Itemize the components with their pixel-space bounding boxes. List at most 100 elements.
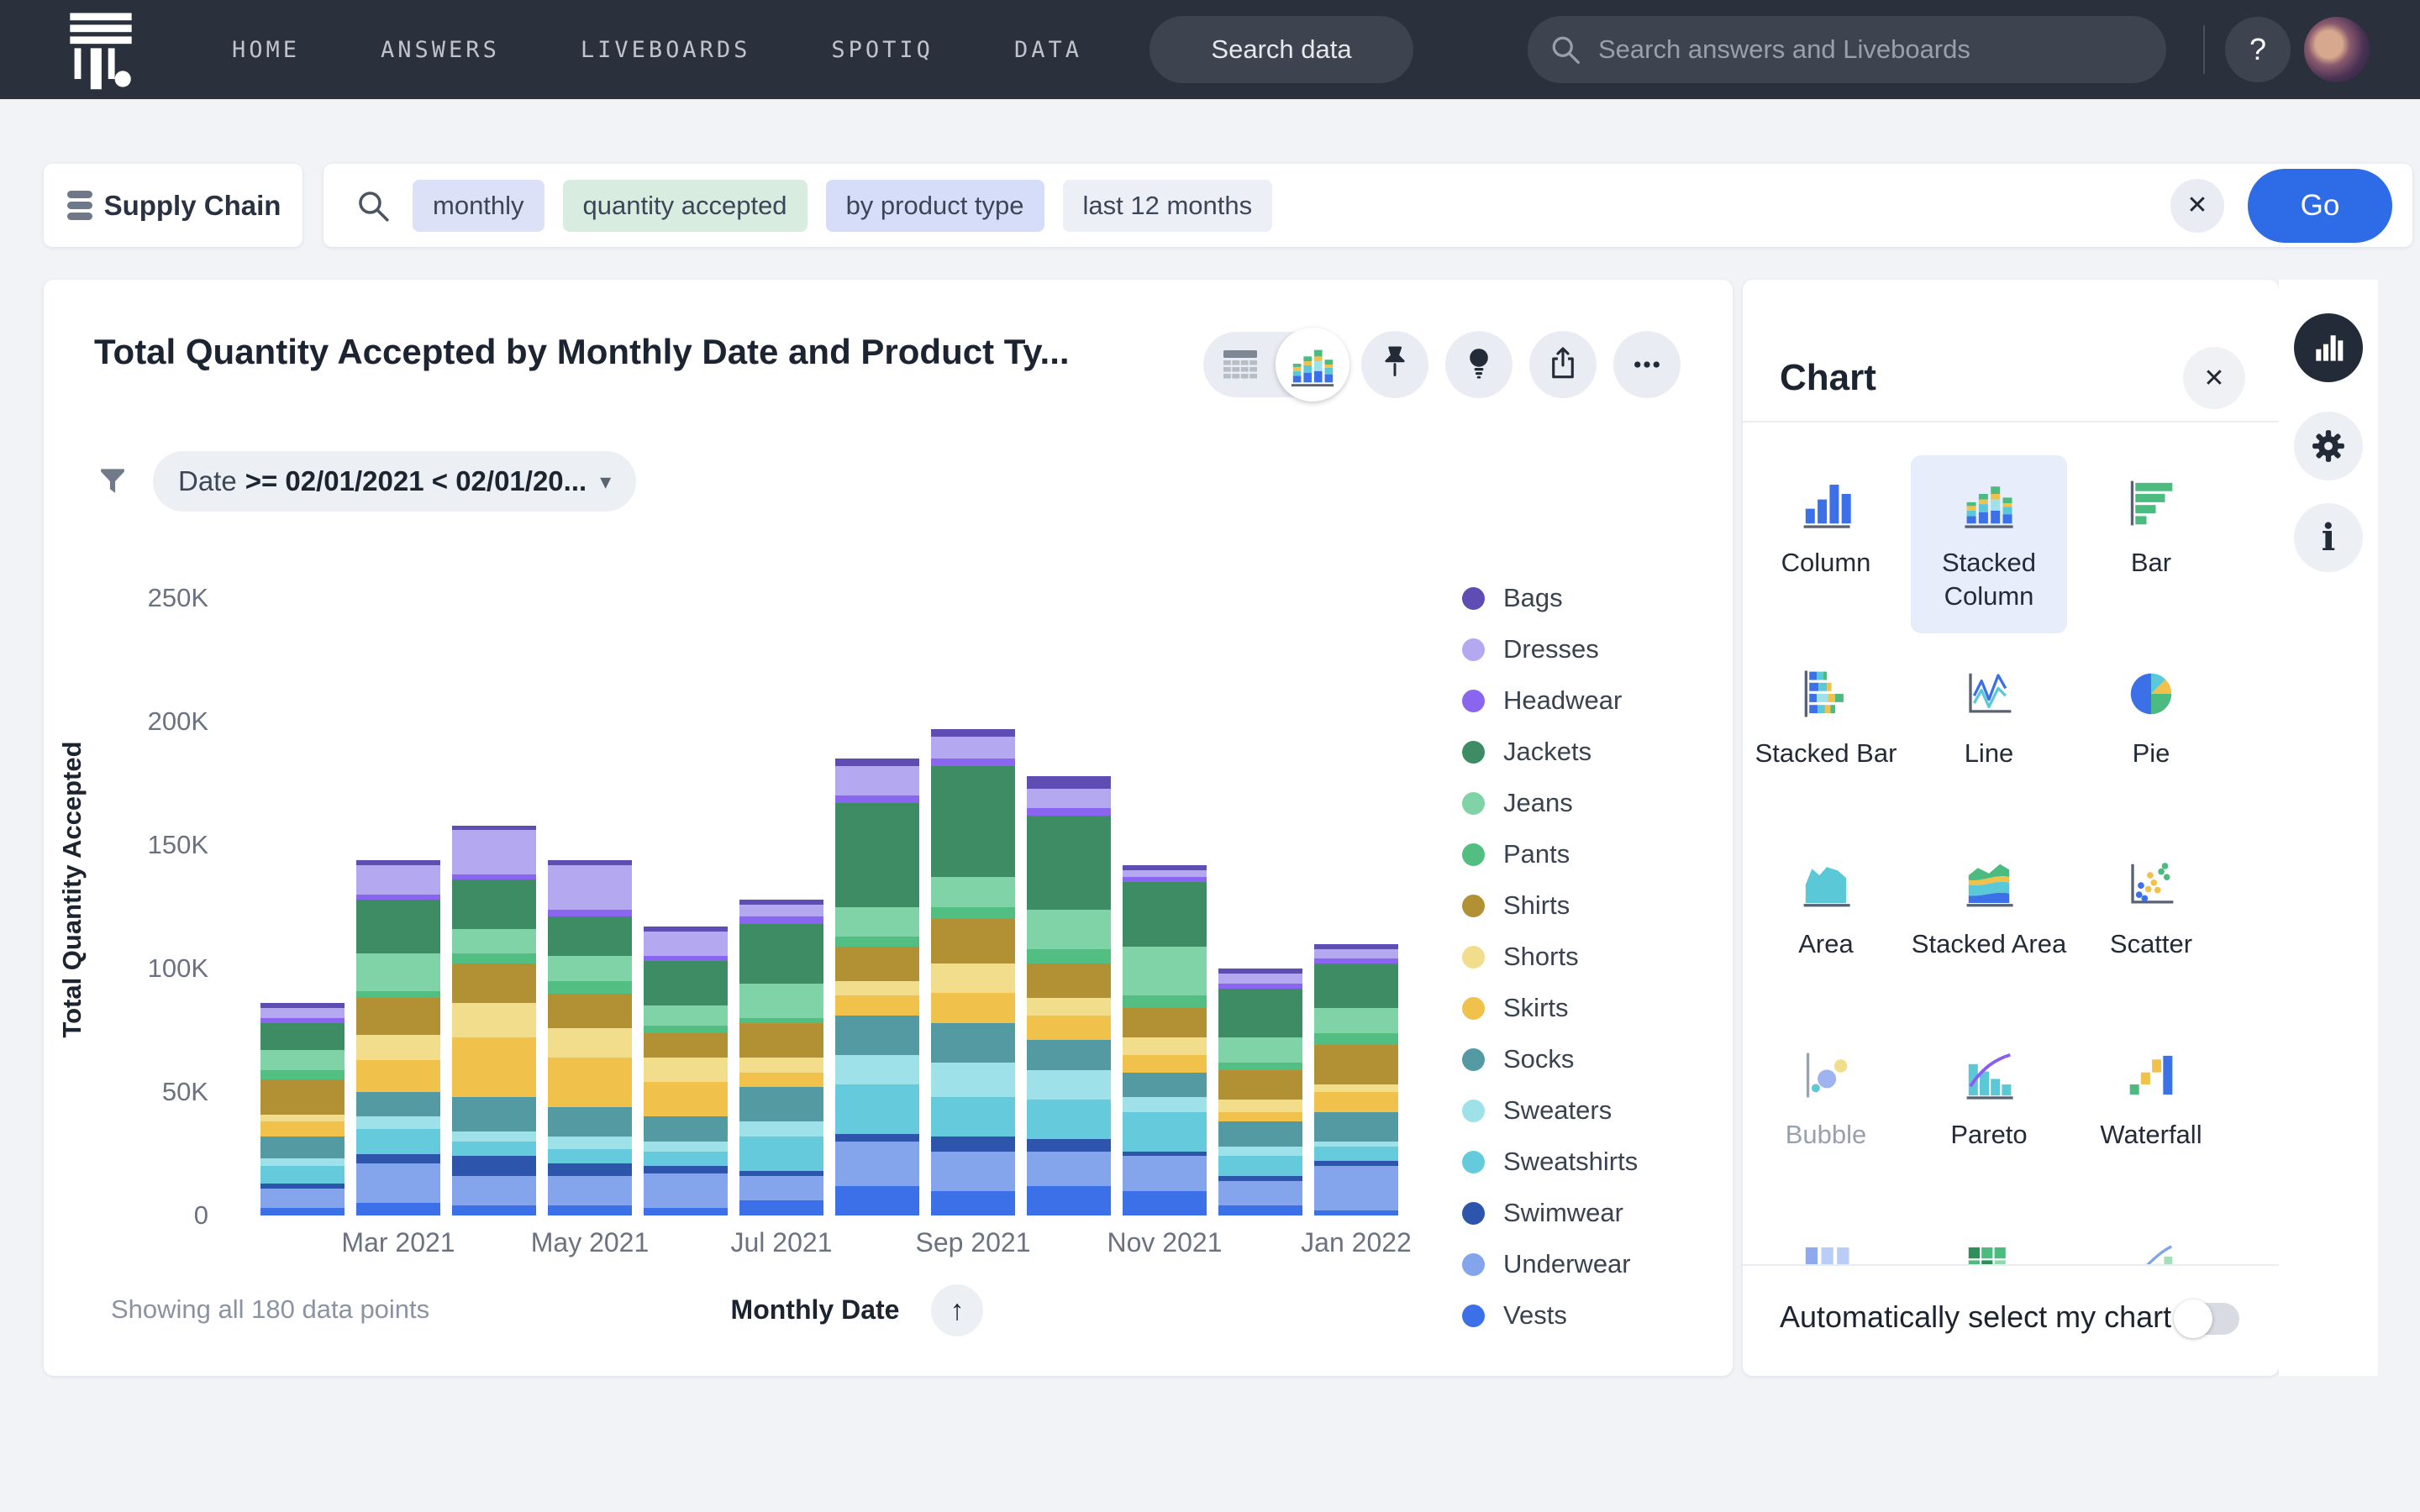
segment-dresses[interactable] [260,1008,345,1018]
segment-underwear[interactable] [835,1141,919,1186]
segment-pants[interactable] [452,953,536,964]
stacked-bar-apr-2021[interactable] [452,825,536,1215]
segment-shorts[interactable] [931,963,1015,994]
segment-jackets[interactable] [931,766,1015,878]
segment-vests[interactable] [835,1185,919,1215]
segment-headwear[interactable] [931,759,1015,767]
legend-item-shorts[interactable]: Shorts [1462,942,1638,971]
segment-skirts[interactable] [260,1121,345,1137]
segment-vests[interactable] [548,1205,632,1215]
segment-skirts[interactable] [739,1072,823,1088]
segment-bags[interactable] [1027,775,1111,789]
pin-button[interactable] [1361,331,1428,398]
nav-item-answers[interactable]: ANSWERS [381,37,500,63]
query-bar[interactable]: monthly quantity accepted by product type l… [324,164,2412,247]
segment-sweatshirts[interactable] [931,1096,1015,1137]
segment-swimwear[interactable] [1027,1138,1111,1152]
segment-swimwear[interactable] [931,1136,1015,1152]
segment-vests[interactable] [1123,1190,1207,1215]
chart-type-area[interactable]: Area [1748,837,1904,1015]
chart-tab-button[interactable] [2294,313,2363,382]
segment-vests[interactable] [1027,1185,1111,1215]
segment-jackets[interactable] [548,916,632,957]
segment-sweatshirts[interactable] [260,1166,345,1184]
legend-item-sweaters[interactable]: Sweaters [1462,1095,1638,1125]
segment-dresses[interactable] [739,904,823,917]
segment-jeans[interactable] [452,929,536,954]
segment-sweaters[interactable] [1027,1069,1111,1100]
segment-shorts[interactable] [1027,998,1111,1016]
segment-sweaters[interactable] [452,1131,536,1142]
query-token[interactable]: last 12 months [1062,179,1273,232]
chart-type-scatter[interactable]: Scatter [2073,837,2229,1015]
segment-jeans[interactable] [1123,946,1207,996]
segment-sweaters[interactable] [644,1141,728,1152]
segment-vests[interactable] [356,1203,440,1215]
table-view-icon[interactable] [1215,339,1265,390]
segment-sweatshirts[interactable] [1314,1146,1398,1162]
chart-type-stacked-area[interactable]: Stacked Area [1911,837,2067,1015]
segment-jackets[interactable] [1123,882,1207,947]
stacked-bar-mar-2021[interactable] [356,859,440,1215]
global-search[interactable] [1528,16,2166,83]
chart-type-bubble[interactable]: Bubble [1748,1027,1904,1205]
segment-shirts[interactable] [835,946,919,981]
chart-type-column[interactable]: Column [1748,455,1904,633]
segment-socks[interactable] [1123,1072,1207,1097]
segment-shorts[interactable] [356,1035,440,1060]
segment-jackets[interactable] [1218,988,1302,1038]
segment-socks[interactable] [1218,1121,1302,1147]
segment-shorts[interactable] [1218,1099,1302,1112]
segment-sweatshirts[interactable] [835,1084,919,1135]
legend-item-pants[interactable]: Pants [1462,839,1638,869]
segment-shorts[interactable] [452,1003,536,1038]
legend-item-sweatshirts[interactable]: Sweatshirts [1462,1147,1638,1176]
segment-headwear[interactable] [739,916,823,925]
segment-sweaters[interactable] [260,1158,345,1167]
segment-underwear[interactable] [739,1175,823,1201]
stacked-bar-feb-2021[interactable] [260,1003,345,1215]
chart-type-pareto[interactable]: Pareto [1911,1027,2067,1205]
segment-vests[interactable] [452,1205,536,1215]
segment-jackets[interactable] [260,1022,345,1051]
segment-jeans[interactable] [260,1050,345,1070]
segment-underwear[interactable] [1314,1166,1398,1211]
segment-swimwear[interactable] [452,1156,536,1176]
stacked-bar-sep-2021[interactable] [931,728,1015,1215]
stacked-bar-oct-2021[interactable] [1027,775,1111,1215]
segment-underwear[interactable] [548,1175,632,1206]
segment-vests[interactable] [931,1190,1015,1215]
query-token[interactable]: quantity accepted [562,179,808,232]
segment-dresses[interactable] [931,736,1015,759]
segment-dresses[interactable] [548,864,632,910]
segment-shirts[interactable] [644,1032,728,1058]
segment-socks[interactable] [644,1116,728,1142]
segment-jackets[interactable] [739,924,823,984]
segment-sweaters[interactable] [931,1062,1015,1097]
segment-shirts[interactable] [260,1079,345,1115]
segment-dresses[interactable] [452,830,536,875]
segment-shorts[interactable] [644,1057,728,1083]
segment-jeans[interactable] [835,906,919,937]
segment-socks[interactable] [452,1096,536,1132]
segment-sweatshirts[interactable] [1218,1156,1302,1176]
segment-underwear[interactable] [452,1175,536,1206]
segment-swimwear[interactable] [356,1153,440,1164]
segment-skirts[interactable] [1027,1015,1111,1041]
go-button[interactable]: Go [2248,168,2392,243]
segment-skirts[interactable] [548,1057,632,1107]
segment-shorts[interactable] [1123,1037,1207,1055]
sort-ascending-button[interactable]: ↑ [931,1284,983,1336]
segment-sweaters[interactable] [1123,1096,1207,1112]
chart-type-waterfall[interactable]: Waterfall [2073,1027,2229,1205]
segment-socks[interactable] [260,1136,345,1159]
segment-pants[interactable] [356,990,440,999]
nav-item-home[interactable]: HOME [232,37,300,63]
query-token[interactable]: by product type [825,179,1044,232]
nav-item-spotiq[interactable]: SPOTIQ [831,37,934,63]
segment-jeans[interactable] [356,953,440,991]
segment-dresses[interactable] [644,932,728,957]
stacked-bar-may-2021[interactable] [548,859,632,1215]
segment-skirts[interactable] [1314,1092,1398,1112]
segment-skirts[interactable] [356,1059,440,1093]
